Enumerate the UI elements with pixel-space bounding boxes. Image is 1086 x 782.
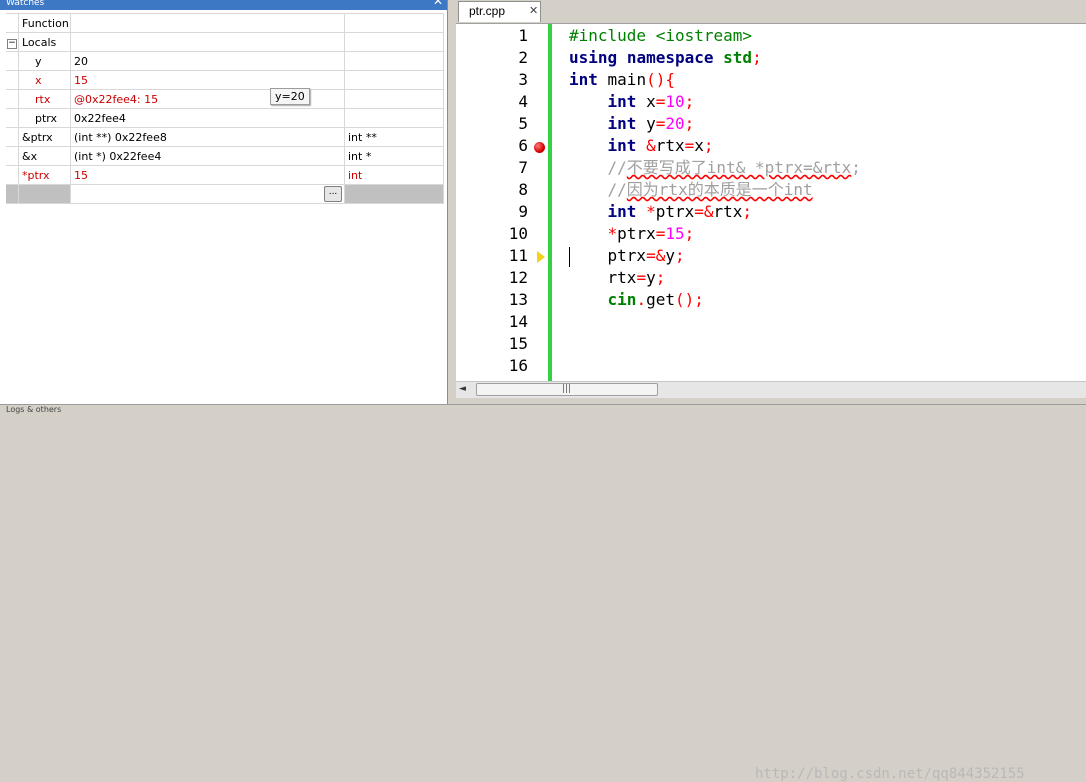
close-icon[interactable]: ✕ [433,0,443,7]
line-number: 3 [518,70,528,89]
code-line[interactable]: #include <iostream> [569,25,752,47]
watch-name[interactable]: Locals [18,32,71,52]
watches-panel: Watches ✕ Function − Locals y 20 x 15 rt… [0,0,448,404]
line-number: 11 [508,246,528,265]
code-line[interactable]: int y=20; [569,113,695,135]
watch-row[interactable]: &x (int *) 0x22fee4 int * [6,146,444,166]
new-watch-value[interactable]: ... [70,184,345,204]
line-number: 10 [508,224,528,243]
watch-value[interactable]: 15 [70,70,345,90]
code-line[interactable]: *ptrx=15; [569,223,695,245]
watch-row[interactable]: y 20 [6,51,444,71]
line-number: 15 [508,334,528,353]
watch-type [344,70,444,90]
watch-table: Function − Locals y 20 x 15 rtx @0x22fee… [6,13,444,204]
code-line[interactable]: int *ptrx=&rtx; [569,201,753,223]
line-number: 9 [518,202,528,221]
code-line[interactable]: //不要写成了int& *ptrx=&rtx; [569,157,861,179]
tab-ptr-cpp[interactable]: ptr.cpp ✕ [458,1,541,22]
breakpoint-icon[interactable] [534,142,545,153]
watch-type [344,89,444,109]
watermark: http://blog.csdn.net/qq844352155 [755,766,1025,782]
watch-name[interactable]: &ptrx [18,127,71,147]
watch-name[interactable]: y [18,51,71,71]
watch-type: int [344,165,444,185]
watch-value [70,32,345,52]
grip-icon: ||| [562,384,572,394]
line-number: 8 [518,180,528,199]
code-line[interactable]: ptrx=&y; [569,245,685,267]
code-area[interactable]: 1 2 3 4 5 6 7 8 9 10 11 12 13 14 15 16 #… [456,23,1086,382]
watch-new-row[interactable]: ... [6,184,444,204]
line-number: 6 [518,136,528,155]
watch-value[interactable] [70,13,345,33]
line-number: 2 [518,48,528,67]
scroll-left-icon[interactable]: ◄ [459,384,466,394]
watch-name[interactable]: *ptrx [18,165,71,185]
tab-bar: ptr.cpp ✕ [453,0,1086,22]
watch-type [344,108,444,128]
watch-value[interactable]: 0x22fee4 [70,108,345,128]
watches-titlebar: Watches ✕ [0,0,447,10]
bottom-panel-strip: Logs & others [0,404,1086,415]
close-icon[interactable]: ✕ [529,4,538,17]
watch-row[interactable]: *ptrx 15 int [6,165,444,185]
line-number: 7 [518,158,528,177]
scrollbar-thumb[interactable]: ||| [476,383,658,396]
watch-type: int * [344,146,444,166]
watch-value[interactable]: (int *) 0x22fee4 [70,146,345,166]
watch-row[interactable]: ptrx 0x22fee4 [6,108,444,128]
code-line[interactable]: int &rtx=x; [569,135,714,157]
watch-name[interactable]: ptrx [18,108,71,128]
watch-type [344,13,444,33]
code-line[interactable]: cin.get(); [569,289,704,311]
watches-title: Watches [6,0,45,8]
line-number: 12 [508,268,528,287]
watch-value[interactable]: (int **) 0x22fee8 [70,127,345,147]
collapse-icon[interactable]: − [7,39,17,49]
line-number: 4 [518,92,528,111]
watch-row[interactable]: − Locals [6,32,444,52]
code-line[interactable]: using namespace std; [569,47,762,69]
line-number: 1 [518,26,528,45]
line-number: 14 [508,312,528,331]
watch-row[interactable]: &ptrx (int **) 0x22fee8 int ** [6,127,444,147]
tab-label: ptr.cpp [469,4,506,18]
watch-name[interactable]: &x [18,146,71,166]
logs-tab[interactable]: Logs & others [6,405,61,414]
line-number: 13 [508,290,528,309]
change-bar [548,24,552,382]
line-number-gutter[interactable]: 1 2 3 4 5 6 7 8 9 10 11 12 13 14 15 16 [456,24,531,382]
watch-row[interactable]: rtx @0x22fee4: 15 [6,89,444,109]
watch-row[interactable]: Function [6,13,444,33]
watch-row[interactable]: x 15 [6,70,444,90]
value-tooltip: y=20 [270,88,310,105]
new-watch-type [344,184,444,204]
watch-name[interactable]: x [18,70,71,90]
code-line[interactable]: int x=10; [569,91,695,113]
watch-value[interactable]: 15 [70,165,345,185]
watch-name[interactable]: Function [18,13,71,33]
line-number: 16 [508,356,528,375]
execution-pointer-icon [537,251,545,263]
line-number: 5 [518,114,528,133]
watch-value[interactable]: 20 [70,51,345,71]
code-line[interactable]: rtx=y; [569,267,666,289]
more-button[interactable]: ... [324,186,342,202]
watch-type: int ** [344,127,444,147]
watch-type [344,51,444,71]
code-line[interactable]: //因为rtx的本质是一个int [569,179,813,201]
code-line[interactable]: int main(){ [569,69,675,91]
code-editor: ptr.cpp ✕ 1 2 3 4 5 6 7 8 9 10 11 12 13 … [453,0,1086,782]
watch-name[interactable]: rtx [18,89,71,109]
new-watch-name[interactable] [18,184,71,204]
watch-type [344,32,444,52]
horizontal-scrollbar[interactable]: ◄ ||| http://blog.csdn.net/qq844352155 [456,381,1086,782]
